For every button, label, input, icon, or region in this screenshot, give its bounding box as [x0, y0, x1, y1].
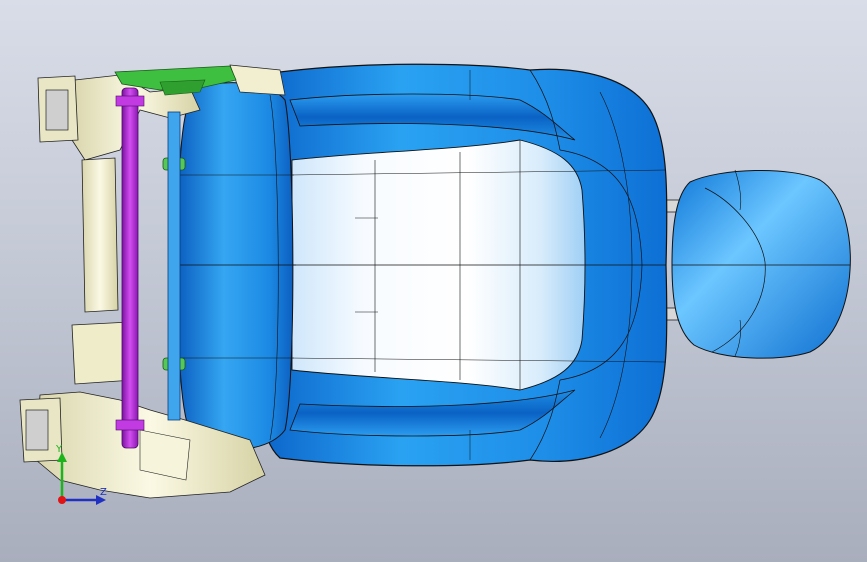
- headrest[interactable]: [664, 169, 851, 359]
- seat-model-scene[interactable]: Y Z: [0, 0, 867, 562]
- triad-origin: [58, 496, 66, 504]
- z-axis-label: Z: [100, 487, 107, 498]
- seat-back-shell[interactable]: [256, 63, 668, 467]
- side-tube[interactable]: [167, 111, 181, 421]
- seat-front-roll[interactable]: [177, 82, 296, 451]
- y-axis-label: Y: [55, 444, 63, 455]
- cad-viewport[interactable]: Y Z: [0, 0, 867, 562]
